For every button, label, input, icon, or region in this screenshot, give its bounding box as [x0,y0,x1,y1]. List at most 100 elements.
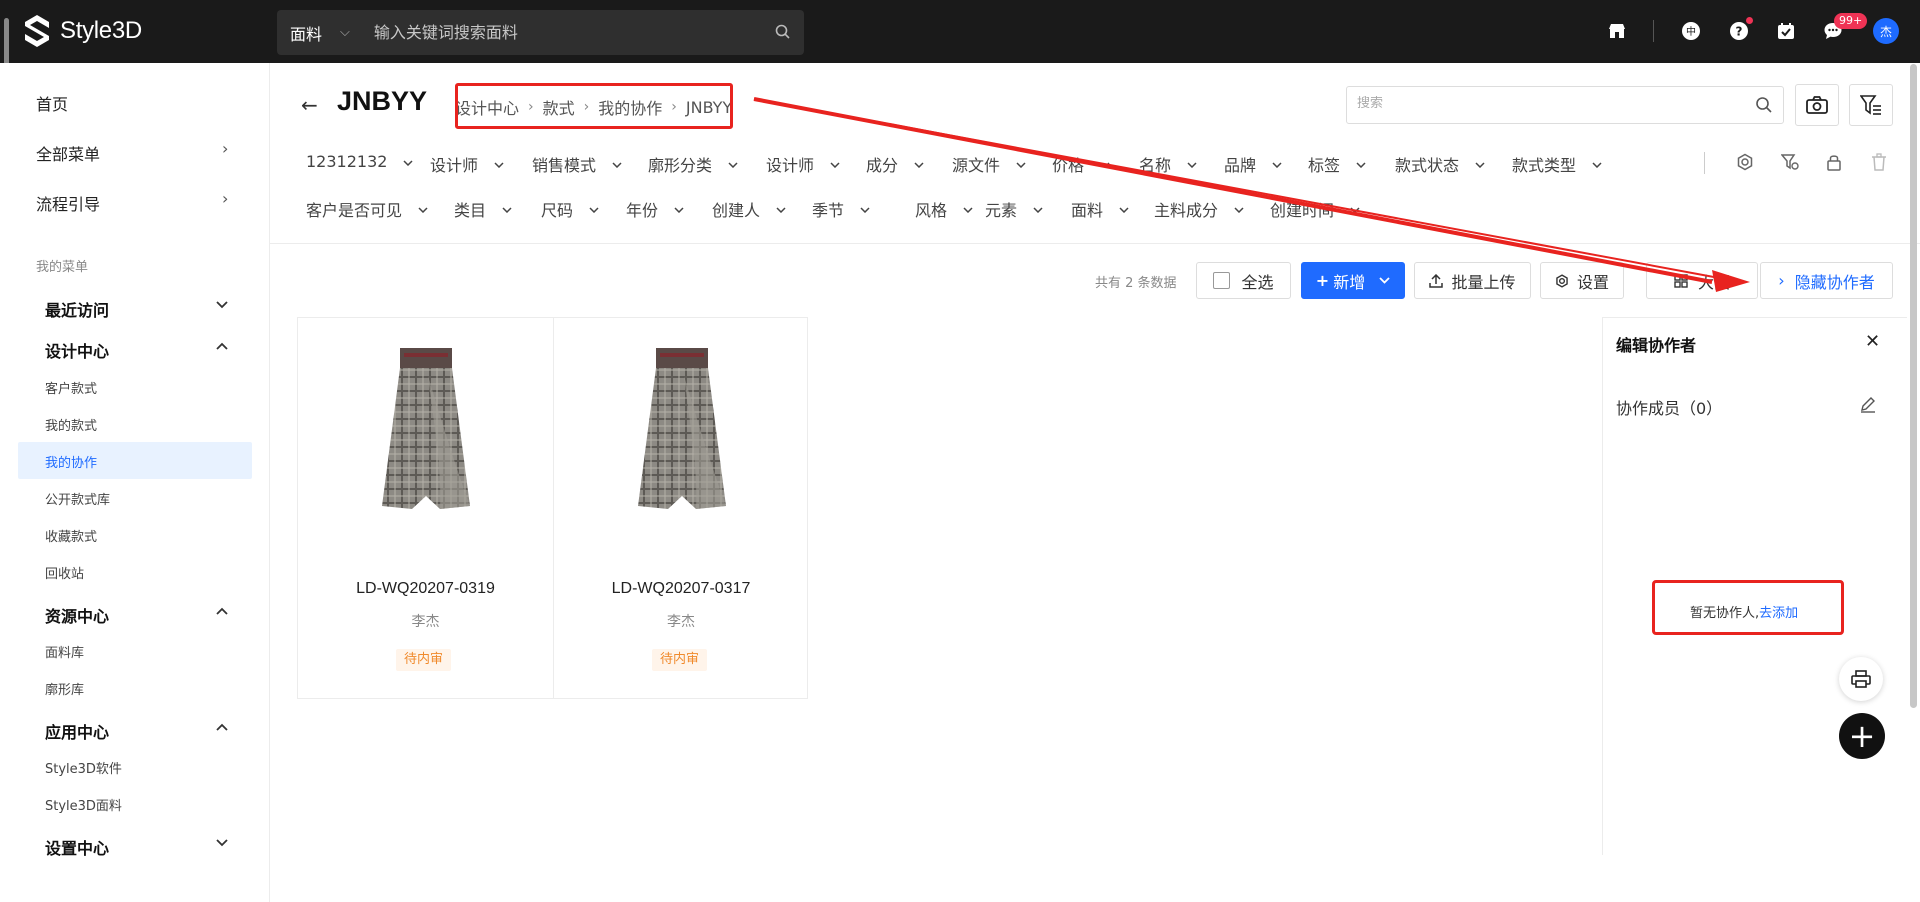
chevron-down-icon [860,202,870,216]
filter-dropdown[interactable]: 品牌 [1224,152,1282,176]
style-search-input[interactable] [1357,96,1737,111]
printer-icon [1851,670,1871,688]
filter-dropdown[interactable]: 年份 [626,197,684,221]
bulk-upload-button[interactable]: 批量上传 [1414,262,1531,299]
global-search-input[interactable] [373,23,754,42]
filter-dropdown[interactable]: 廓形分类 [648,152,738,176]
style-code[interactable]: LD-WQ20207-0319 [298,580,553,598]
settings-label: 设置 [1576,272,1609,292]
chevron-down-icon[interactable] [216,301,228,309]
filter-dropdown[interactable]: 创建时间 [1270,197,1360,221]
search-icon[interactable] [774,23,792,41]
sidebar-group-recent[interactable]: 最近访问 [45,297,109,321]
filter-dropdown[interactable]: 尺码 [541,197,599,221]
sidebar-item-style3d-software[interactable]: Style3D软件 [45,758,122,777]
chevron-up-icon[interactable] [216,342,228,350]
chevron-right-icon[interactable]: › [222,189,228,208]
user-avatar[interactable]: 杰 [1873,18,1899,44]
settings-icon[interactable] [1736,153,1754,171]
filter-label: 标签 [1308,156,1341,175]
right-scrollbar[interactable] [1910,64,1917,708]
style-card[interactable]: LD-WQ20207-0317 李杰 待内审 [553,318,808,698]
style-code[interactable]: LD-WQ20207-0317 [554,580,808,598]
edit-icon[interactable] [1859,395,1877,413]
select-all-checkbox[interactable] [1213,272,1231,289]
back-arrow-icon[interactable]: ← [301,93,318,117]
sidebar-item-public-styles[interactable]: 公开款式库 [45,489,110,508]
skirt-thumbnail[interactable] [370,346,482,516]
filter-dropdown[interactable]: 名称 [1139,152,1197,176]
filter-dropdown[interactable]: 主料成分 [1154,197,1244,221]
sidebar-item-my-collaboration[interactable]: 我的协作 [45,452,97,471]
tasks-icon[interactable] [1775,20,1797,42]
view-mode-button[interactable]: 大图 [1646,262,1758,299]
chevron-up-icon[interactable] [216,723,228,731]
chevron-down-icon [830,157,840,171]
filter-dropdown[interactable]: 客户是否可见 [306,197,428,221]
filter-dropdown[interactable]: 成分 [866,152,924,176]
filter-dropdown[interactable]: 面料 [1071,197,1129,221]
filter-dropdown[interactable]: 风格 [915,197,973,221]
search-icon[interactable] [1755,96,1773,114]
filter-label: 尺码 [541,201,574,220]
chevron-down-icon[interactable]: ⌵ [340,25,350,40]
filter-dropdown[interactable]: 创建人 [712,197,786,221]
select-all-button[interactable]: 全选 [1196,262,1291,299]
chevron-down-icon [494,157,504,171]
sidebar-item-favorite-styles[interactable]: 收藏款式 [45,526,97,545]
filter-dropdown[interactable]: 设计师 [430,152,504,176]
chevron-down-icon[interactable] [1379,277,1390,284]
chevron-up-icon[interactable] [216,607,228,615]
filter-dropdown[interactable]: 季节 [812,197,870,221]
filter-dropdown[interactable]: 类目 [454,197,512,221]
advanced-filter-button[interactable] [1849,84,1893,126]
filter-dropdown[interactable]: 元素 [985,197,1043,221]
sidebar-group-app-center[interactable]: 应用中心 [45,719,109,743]
chevron-down-icon [1592,157,1602,171]
language-icon[interactable]: 中 [1680,20,1702,42]
my-menu-caption: 我的菜单 [36,260,89,275]
chevron-down-icon [403,155,413,169]
collaborator-members-label: 协作成员（0） [1616,399,1723,418]
sidebar-item-my-styles[interactable]: 我的款式 [45,415,97,434]
style-card[interactable]: LD-WQ20207-0319 李杰 待内审 [298,318,553,698]
sidebar-item-silhouette-library[interactable]: 廓形库 [45,679,84,698]
add-button[interactable]: + 新增 [1301,262,1405,299]
sidebar-item-fabric-library[interactable]: 面料库 [45,642,84,661]
filter-dropdown[interactable]: 款式类型 [1512,152,1602,176]
close-icon[interactable]: ✕ [1865,331,1880,352]
add-collaborator-link[interactable]: 去添加 [1759,606,1798,621]
filter-dropdown[interactable]: 销售模式 [532,152,622,176]
skirt-thumbnail[interactable] [626,346,738,516]
chevron-down-icon[interactable] [216,839,228,847]
store-icon[interactable] [1606,20,1628,42]
sidebar-item-recycle-bin[interactable]: 回收站 [45,563,84,582]
sidebar-group-settings-center[interactable]: 设置中心 [45,835,109,859]
filter-label: 源文件 [952,156,1001,175]
sidebar-item-process-guide[interactable]: 流程引导 [36,191,100,215]
floating-add-button[interactable]: + [1839,713,1885,759]
sidebar-item-customer-styles[interactable]: 客户款式 [45,378,97,397]
sidebar-item-all-menu[interactable]: 全部菜单 [36,141,100,165]
filter-dropdown[interactable]: 价格 [1052,152,1110,176]
sidebar-group-resource-center[interactable]: 资源中心 [45,603,109,627]
filter-dropdown[interactable]: 标签 [1308,152,1366,176]
sidebar-group-design-center[interactable]: 设计中心 [45,338,109,362]
print-button[interactable] [1839,657,1883,701]
sidebar-item-style3d-fabric[interactable]: Style3D面料 [45,795,122,814]
filter-dropdown[interactable]: 源文件 [952,152,1026,176]
sidebar-item-home[interactable]: 首页 [36,91,68,115]
filter-dropdown[interactable]: 款式状态 [1395,152,1485,176]
image-search-button[interactable] [1795,84,1839,126]
chevron-right-icon[interactable]: › [222,139,228,158]
filter-dropdown[interactable]: 12312132 [306,152,413,171]
brand-logo[interactable]: Style3D [24,14,142,48]
filter-label: 品牌 [1224,156,1257,175]
delete-icon[interactable] [1871,153,1887,171]
filter-dropdown[interactable]: 设计师 [766,152,840,176]
clear-filter-icon[interactable] [1781,153,1799,171]
settings-button[interactable]: 设置 [1540,262,1624,299]
lock-icon[interactable] [1826,153,1842,171]
search-category-select[interactable]: 面料 [290,21,322,45]
hide-collaborators-button[interactable]: › 隐藏协作者 [1760,262,1893,299]
